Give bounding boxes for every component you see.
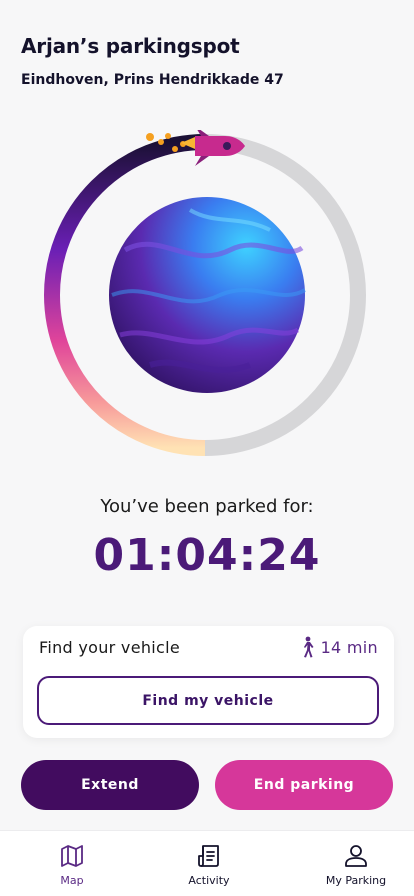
parking-progress-ring [40, 130, 370, 460]
progress-ring-graphic [44, 130, 366, 456]
parked-duration-label: You’ve been parked for: [100, 496, 314, 517]
tab-map-label: Map [60, 874, 84, 887]
tab-my-parking[interactable]: My Parking [316, 843, 396, 887]
walk-time-value: 14 min [320, 637, 378, 657]
extend-button[interactable]: Extend [21, 760, 199, 810]
end-parking-button[interactable]: End parking [215, 760, 393, 810]
tab-activity[interactable]: Activity [169, 843, 249, 887]
parked-duration-timer: 01:04:24 [93, 530, 321, 581]
map-icon [61, 845, 83, 867]
planet-illustration [109, 197, 307, 393]
page-title: Arjan’s parkingspot [21, 34, 240, 58]
user-icon [345, 845, 367, 867]
tab-my-parking-label: My Parking [325, 874, 387, 887]
find-vehicle-card: Find your vehicle 14 min Find my vehicle [23, 626, 394, 738]
activity-icon [198, 845, 219, 867]
parking-address: Eindhoven, Prins Hendrikkade 47 [21, 72, 284, 88]
bottom-tab-bar: Map Activity My Parking [0, 830, 414, 896]
find-my-vehicle-button[interactable]: Find my vehicle [37, 676, 379, 725]
tab-map[interactable]: Map [32, 843, 112, 887]
walk-time: 14 min [299, 636, 378, 658]
tab-activity-label: Activity [188, 874, 230, 887]
find-vehicle-title: Find your vehicle [39, 638, 181, 657]
walking-icon [303, 636, 314, 658]
